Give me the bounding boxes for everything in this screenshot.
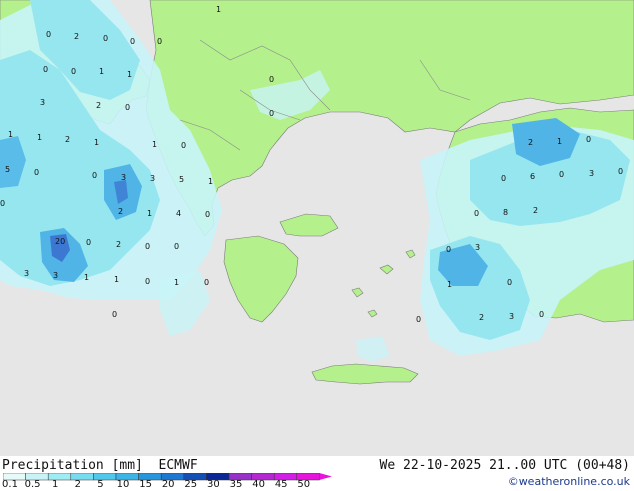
map-label: 0	[46, 30, 51, 39]
legend-tick-label: 45	[274, 479, 288, 490]
map-title: Precipitation [mm] ECMWF	[2, 458, 198, 473]
map-label: 0	[446, 245, 451, 254]
map-label: 0	[618, 167, 623, 176]
map-label: 2	[533, 206, 538, 215]
map-label: 0	[157, 37, 162, 46]
map-label: 1	[174, 278, 179, 287]
map-label: 0	[145, 242, 150, 251]
map-label: 0	[92, 171, 97, 180]
map-label: 20	[55, 237, 65, 246]
map-label: 1	[152, 140, 157, 149]
map-label: 1	[147, 209, 152, 218]
map-label: 0	[71, 67, 76, 76]
map-label: 0	[204, 278, 209, 287]
map-label: 1	[94, 138, 99, 147]
credit-link[interactable]: ©weatheronline.co.uk	[508, 475, 630, 488]
map-label: 0	[501, 174, 506, 183]
map-label: 0	[205, 210, 210, 219]
map-label: 5	[5, 165, 10, 174]
map-label: 0	[125, 103, 130, 112]
map-label: 3	[475, 243, 480, 252]
map-label: 0	[43, 65, 48, 74]
map-label: 3	[509, 312, 514, 321]
map-label: 1	[127, 70, 132, 79]
map-label: 3	[121, 173, 126, 182]
legend-tick-label: 20	[161, 479, 175, 490]
legend-tick-label: 2	[74, 479, 81, 490]
map-label: 1	[114, 275, 119, 284]
legend-tick-label: 0.5	[24, 479, 41, 490]
map-label: 0	[34, 168, 39, 177]
map-label: 3	[40, 98, 45, 107]
map-label: 1	[447, 280, 452, 289]
map-label: 1	[557, 137, 562, 146]
map-label: 0	[507, 278, 512, 287]
forecast-datetime: We 22-10-2025 21..00 UTC (00+48)	[379, 458, 630, 473]
legend-tick-label: 0.1	[2, 479, 18, 490]
map-label: 1	[37, 133, 42, 142]
legend-tick-label: 10	[116, 479, 130, 490]
legend-tick-label: 5	[97, 479, 104, 490]
map-label: 2	[96, 101, 101, 110]
map-label: 0	[416, 315, 421, 324]
map-label: 0	[130, 37, 135, 46]
map-label: 2	[65, 135, 70, 144]
legend-tick-label: 40	[252, 479, 265, 490]
map-label: 0	[269, 109, 274, 118]
map-label: 0	[269, 75, 274, 84]
legend-labels: 0.1 0.5 1 2 5 10 15 20 25 30 35 40 45 50	[0, 479, 340, 491]
legend-tick-label: 15	[139, 479, 152, 490]
map-label: 0	[112, 310, 117, 319]
map-label: 1	[216, 5, 221, 14]
map-label: 3	[53, 271, 58, 280]
map-label: 2	[118, 207, 123, 216]
map-label: 0	[181, 141, 186, 150]
map-label: 3	[150, 174, 155, 183]
map-label: 2	[528, 138, 533, 147]
legend-tick-label: 1	[52, 479, 59, 490]
map-label: 0	[86, 238, 91, 247]
map-label: 1	[99, 67, 104, 76]
map-label: 2	[479, 313, 484, 322]
map-label: 1	[84, 273, 89, 282]
map-label: 2	[116, 240, 121, 249]
map-label: 0	[559, 170, 564, 179]
map-label: 0	[539, 310, 544, 319]
map-label: 5	[179, 175, 184, 184]
map-label: 0	[586, 135, 591, 144]
map-label: 0	[474, 209, 479, 218]
map-label: 0	[0, 199, 5, 208]
map-label: 0	[174, 242, 179, 251]
legend-tick-label: 50	[297, 479, 311, 490]
map-label: 1	[208, 177, 213, 186]
legend-tick-label: 25	[184, 479, 198, 490]
legend-tick-label: 30	[207, 479, 220, 490]
map-label: 3	[24, 269, 29, 278]
map-label: 8	[503, 208, 508, 217]
precipitation-map[interactable]: 1 0 2 0 0 0 0 0 1 1 0 3 2 0 0 1 1 2 1 1 …	[0, 0, 634, 456]
map-label: 4	[176, 209, 181, 218]
legend-tick-label: 35	[229, 479, 243, 490]
map-label: 6	[530, 172, 535, 181]
map-label: 0	[145, 277, 150, 286]
map-label: 1	[8, 130, 13, 139]
map-label: 2	[74, 32, 79, 41]
map-label: 3	[589, 169, 594, 178]
map-label: 0	[103, 34, 108, 43]
